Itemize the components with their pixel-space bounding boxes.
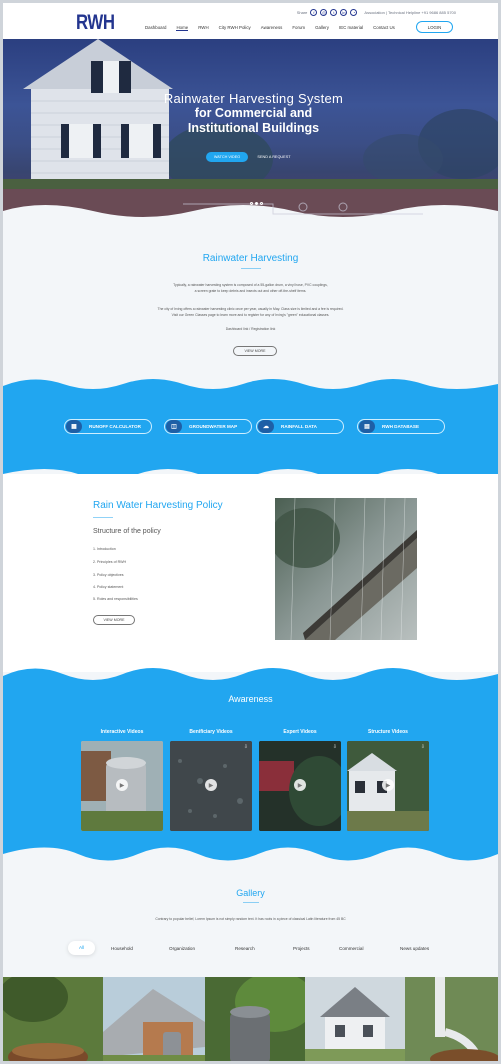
nav-dashboard[interactable]: Dashboard xyxy=(145,25,166,31)
slider-dot[interactable] xyxy=(260,202,263,205)
rwh-links[interactable]: Dashboard link / Registration link xyxy=(0,327,501,332)
login-button[interactable]: LOGIN xyxy=(416,21,453,33)
gallery-photo-strip xyxy=(3,977,498,1064)
title-divider xyxy=(241,268,261,269)
rainfall-data-label: RAINFALL DATA xyxy=(281,424,317,429)
nav-awareness[interactable]: Awareness xyxy=(261,25,283,31)
download-icon[interactable]: ⇩ xyxy=(333,744,337,750)
video-category-title: Expert Videos xyxy=(283,729,317,735)
rwh-para2b: Visit our Green Classes page to learn mo… xyxy=(171,313,330,317)
policy-divider xyxy=(93,517,113,518)
hero-slider-dots xyxy=(250,202,263,205)
nav-iec-material[interactable]: IEC material xyxy=(339,25,363,31)
download-icon[interactable]: ⇩ xyxy=(244,744,248,750)
video-category-title: Structure Videos xyxy=(368,729,408,735)
hero-title-line2: for Commercial and xyxy=(194,106,313,120)
nav-rwh[interactable]: RWH xyxy=(198,25,208,31)
nav-home[interactable]: Home xyxy=(176,25,189,31)
cloud-rain-icon: ☁ xyxy=(258,420,274,433)
gallery-tab-organization[interactable]: Organization xyxy=(169,946,195,951)
rain-gutter-photo xyxy=(275,498,417,640)
gallery-title: Gallery xyxy=(236,888,265,898)
policy-title: Rain Water Harvesting Policy xyxy=(93,500,223,511)
facebook-icon[interactable]: f xyxy=(310,9,318,16)
gallery-photo[interactable] xyxy=(305,977,405,1064)
rwh-para1a: Typically, a rainwater harvesting system… xyxy=(173,283,328,287)
nav-gallery[interactable]: Gallery xyxy=(315,25,329,31)
gallery-tab-research[interactable]: Research xyxy=(235,946,255,951)
play-icon[interactable]: ▶ xyxy=(205,779,217,791)
policy-item[interactable]: 2. Principles of RWH xyxy=(93,560,126,564)
rwh-view-more-button[interactable]: VIEW MORE xyxy=(233,346,277,356)
twitter-icon[interactable]: t xyxy=(330,9,338,16)
site-logo[interactable]: RWH xyxy=(76,11,115,35)
rwh-database-label: RWH DATABASE xyxy=(382,424,420,429)
video-card-expert[interactable]: ▶ ⇩ xyxy=(259,741,341,831)
gallery-divider xyxy=(243,902,259,903)
gallery-tab-commercial[interactable]: Commercial xyxy=(339,946,364,951)
download-icon[interactable]: ⇩ xyxy=(421,744,425,750)
site-header: RWH Share f ◎ t in ◔ Association | Techn… xyxy=(3,3,498,39)
video-card-beneficiary[interactable]: ▶ ⇩ xyxy=(170,741,252,831)
slider-dot-active[interactable] xyxy=(255,202,258,205)
instagram-icon[interactable]: ◎ xyxy=(320,9,328,16)
rwh-title: Rainwater Harvesting xyxy=(202,253,299,264)
hero-title-line1: Rainwater Harvesting System xyxy=(163,91,344,106)
nav-contact-us[interactable]: Contact Us xyxy=(373,25,395,31)
main-nav: Dashboard Home RWH City RWH Policy Aware… xyxy=(145,25,395,31)
play-icon[interactable]: ▶ xyxy=(294,779,306,791)
gallery-tab-household[interactable]: Household xyxy=(111,946,133,951)
video-category-title: Benificiary Videos xyxy=(189,729,233,735)
nav-city-rwh-policy[interactable]: City RWH Policy xyxy=(219,25,251,31)
runoff-calculator-button[interactable]: ▦ RUNOFF CALCULATOR xyxy=(64,419,152,434)
gallery-tab-all[interactable]: All xyxy=(68,941,95,955)
policy-item[interactable]: 1. Introduction xyxy=(93,547,116,551)
play-icon[interactable]: ▶ xyxy=(382,779,394,791)
send-request-button[interactable]: SEND A REQUEST xyxy=(253,152,295,162)
gallery-tab-projects[interactable]: Projects xyxy=(293,946,310,951)
linkedin-icon[interactable]: in xyxy=(340,9,348,16)
database-icon: ▤ xyxy=(359,420,375,433)
policy-subtitle: Structure of the policy xyxy=(93,528,161,535)
groundwater-map-label: GROUNDWATER MAP xyxy=(189,424,238,429)
helpline-text[interactable]: Association | Technical Helpline +91 968… xyxy=(364,10,456,15)
page: { "header": { "logo": "RWH", "top_links"… xyxy=(0,0,501,1064)
awareness-title: Awareness xyxy=(228,694,273,704)
video-card-structure[interactable]: ▶ ⇩ xyxy=(347,741,429,831)
play-icon[interactable]: ▶ xyxy=(116,779,128,791)
policy-item[interactable]: 4. Policy statement xyxy=(93,585,123,589)
whatsapp-icon[interactable]: ◔ xyxy=(350,9,358,16)
rwh-para2a: The city of Irving offers a rainwater ha… xyxy=(157,307,344,311)
rainfall-data-button[interactable]: ☁ RAINFALL DATA xyxy=(256,419,344,434)
nav-forum[interactable]: Forum xyxy=(292,25,305,31)
hero-banner: Rainwater Harvesting System for Commerci… xyxy=(3,39,498,229)
gallery-photo[interactable] xyxy=(205,977,305,1064)
policy-item[interactable]: 3. Policy objectives xyxy=(93,573,124,577)
policy-item[interactable]: 5. Roles and responsibilities xyxy=(93,597,138,601)
watch-video-button[interactable]: WATCH VIDEO xyxy=(206,152,248,162)
slider-dot[interactable] xyxy=(250,202,253,205)
top-bar: Share f ◎ t in ◔ Association | Technical… xyxy=(297,9,456,16)
calculator-icon: ▦ xyxy=(66,420,82,433)
map-icon: ◫ xyxy=(166,420,182,433)
gallery-photo[interactable] xyxy=(3,977,103,1064)
runoff-calculator-label: RUNOFF CALCULATOR xyxy=(89,424,141,429)
share-label: Share xyxy=(296,10,308,15)
gallery-description: Contrary to popular belief, Lorem Ipsum … xyxy=(155,917,346,921)
groundwater-map-button[interactable]: ◫ GROUNDWATER MAP xyxy=(164,419,252,434)
hero-title-line3: Institutional Buildings xyxy=(187,121,320,135)
rwh-database-button[interactable]: ▤ RWH DATABASE xyxy=(357,419,445,434)
gallery-photo[interactable] xyxy=(405,977,498,1064)
gallery-tab-news-updates[interactable]: News updates xyxy=(400,946,429,951)
gallery-photo[interactable] xyxy=(103,977,205,1064)
video-category-title: Interactive Videos xyxy=(100,729,144,735)
video-card-interactive[interactable]: ▶ xyxy=(81,741,163,831)
rwh-para1b: a screen grate to keep debris and insect… xyxy=(194,289,307,293)
policy-section xyxy=(3,474,498,672)
policy-view-more-button[interactable]: VIEW MORE xyxy=(93,615,135,625)
